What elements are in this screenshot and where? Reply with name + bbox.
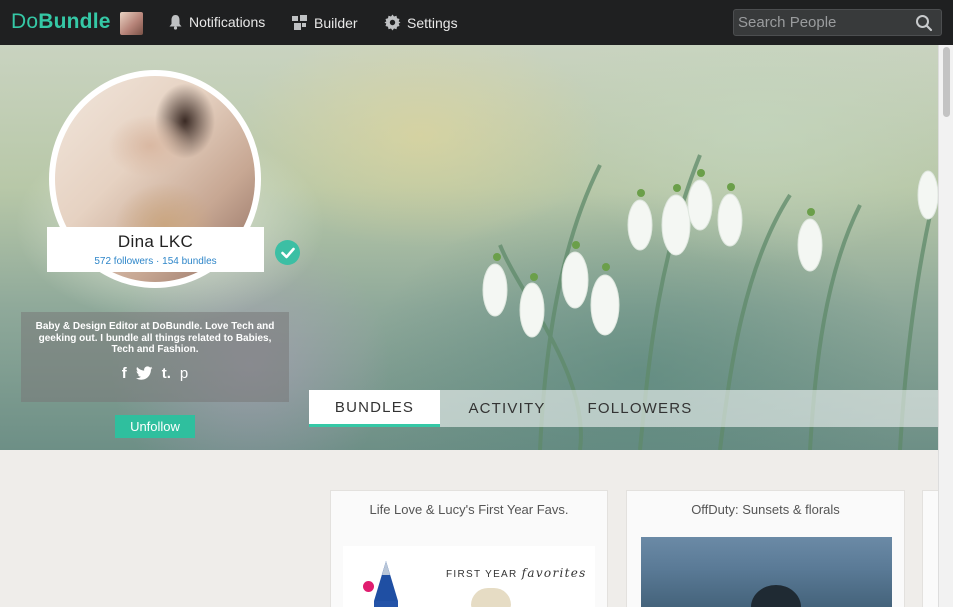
facebook-icon[interactable]: f xyxy=(122,366,127,384)
nav-settings-label: Settings xyxy=(407,14,458,31)
caption-first-year: FIRST YEAR xyxy=(446,569,518,580)
logo-text-do: Do xyxy=(11,10,39,33)
bundle-card[interactable]: OffDuty: Sunsets & florals xyxy=(626,490,905,607)
nav-builder[interactable]: Builder xyxy=(291,14,358,31)
product-image-hat xyxy=(471,588,511,607)
search-people-input[interactable] xyxy=(734,10,909,35)
gear-icon xyxy=(384,14,401,31)
bundle-title[interactable]: Life Love & Lucy's First Year Favs. xyxy=(331,491,607,517)
nav-notifications-label: Notifications xyxy=(189,14,266,30)
dobundle-logo[interactable]: DoBundle xyxy=(11,10,111,34)
tumblr-icon[interactable]: t. xyxy=(162,366,171,384)
social-links: f t. p xyxy=(21,366,289,384)
search-box xyxy=(733,9,942,36)
bundle-cover-image[interactable] xyxy=(641,537,892,607)
user-avatar[interactable] xyxy=(120,12,143,35)
page-scrollbar[interactable] xyxy=(938,45,953,607)
bundles-grid: Life Love & Lucy's First Year Favs. FIRS… xyxy=(0,450,942,607)
bundle-cover-image[interactable]: FIRST YEAR favorites xyxy=(343,546,595,607)
twitter-icon[interactable] xyxy=(135,366,153,384)
pinterest-icon[interactable]: p xyxy=(180,366,188,384)
nav-builder-label: Builder xyxy=(314,14,358,31)
nav-settings[interactable]: Settings xyxy=(384,14,458,31)
logo-text-bundle: Bundle xyxy=(38,10,111,33)
bundle-image-caption: FIRST YEAR favorites xyxy=(446,566,587,580)
tab-bundles[interactable]: BUNDLES xyxy=(309,390,440,427)
nav-notifications[interactable]: Notifications xyxy=(168,14,265,30)
profile-bio-box: Baby & Design Editor at DoBundle. Love T… xyxy=(21,312,289,402)
scrollbar-thumb[interactable] xyxy=(943,47,950,117)
bundle-card[interactable]: Life Love & Lucy's First Year Favs. FIRS… xyxy=(330,490,608,607)
bell-icon xyxy=(169,15,182,30)
profile-name: Dina LKC xyxy=(117,232,194,251)
unfollow-button[interactable]: Unfollow xyxy=(115,415,195,438)
verified-check-icon xyxy=(275,240,300,265)
profile-counts[interactable]: 572 followers · 154 bundles xyxy=(47,256,264,267)
builder-icon xyxy=(292,15,307,30)
profile-bio: Baby & Design Editor at DoBundle. Love T… xyxy=(35,321,275,355)
caption-favorites: favorites xyxy=(521,566,587,580)
search-icon[interactable] xyxy=(915,14,933,32)
top-navbar: DoBundle Notifications Builder Settings xyxy=(0,0,953,45)
tab-followers[interactable]: FOLLOWERS xyxy=(574,390,706,427)
decorative-dot xyxy=(363,581,374,592)
profile-name-card: Dina LKC 572 followers · 154 bundles xyxy=(47,227,264,272)
product-image-crayon xyxy=(374,561,398,607)
profile-tabs: BUNDLES ACTIVITY FOLLOWERS xyxy=(309,390,938,427)
photo-subject xyxy=(751,585,801,607)
tab-activity[interactable]: ACTIVITY xyxy=(440,390,574,427)
bundle-title[interactable]: OffDuty: Sunsets & florals xyxy=(627,491,904,517)
